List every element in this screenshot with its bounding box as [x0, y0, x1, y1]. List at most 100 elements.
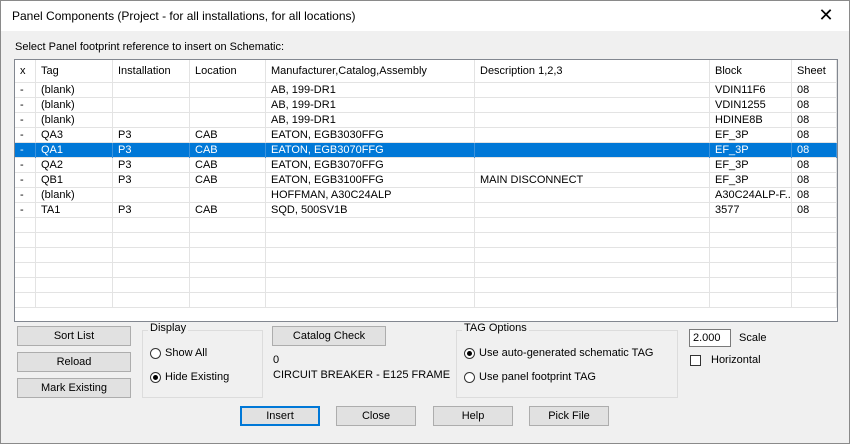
- installation-cell: [113, 233, 190, 248]
- table-row[interactable]: [15, 278, 837, 293]
- tag-cell: (blank): [36, 83, 113, 98]
- installation-cell: [113, 278, 190, 293]
- catalog-check-button[interactable]: Catalog Check: [272, 326, 386, 346]
- column-header-x[interactable]: x: [15, 60, 36, 82]
- column-header-location[interactable]: Location: [190, 60, 266, 82]
- description-cell: [475, 83, 710, 98]
- radio-indicator: [150, 347, 161, 359]
- installation-cell: [113, 263, 190, 278]
- location-cell: [190, 188, 266, 203]
- table-row[interactable]: - QA3 P3 CAB EATON, EGB3030FFG EF_3P 08: [15, 128, 837, 143]
- column-header-description[interactable]: Description 1,2,3: [475, 60, 710, 82]
- manufacturer-cell: EATON, EGB3070FFG: [266, 143, 475, 158]
- horizontal-label: Horizontal: [711, 354, 761, 366]
- table-row[interactable]: [15, 263, 837, 278]
- block-cell: [710, 233, 792, 248]
- row-x-cell: -: [15, 188, 36, 203]
- catalog-description: CIRCUIT BREAKER - E125 FRAME: [273, 369, 451, 381]
- installation-cell: [113, 248, 190, 263]
- table-row[interactable]: [15, 233, 837, 248]
- tag-cell: (blank): [36, 98, 113, 113]
- footprint-tag-label: Use panel footprint TAG: [479, 371, 596, 383]
- footprint-tag-radio[interactable]: Use panel footprint TAG: [464, 371, 596, 383]
- help-button[interactable]: Help: [433, 406, 513, 426]
- installation-cell: [113, 188, 190, 203]
- manufacturer-cell: AB, 199-DR1: [266, 98, 475, 113]
- row-x-cell: [15, 218, 36, 233]
- horizontal-checkbox[interactable]: [690, 355, 701, 366]
- table-row[interactable]: - (blank) HOFFMAN, A30C24ALP A30C24ALP-F...…: [15, 188, 837, 203]
- table-row[interactable]: - (blank) AB, 199-DR1 HDINE8B 08: [15, 113, 837, 128]
- installation-cell: P3: [113, 143, 190, 158]
- table-row[interactable]: - (blank) AB, 199-DR1 VDIN1255 08: [15, 98, 837, 113]
- block-cell: [710, 218, 792, 233]
- title-bar: Panel Components (Project - for all inst…: [1, 1, 849, 31]
- column-header-manufacturer[interactable]: Manufacturer,Catalog,Assembly: [266, 60, 475, 82]
- close-button[interactable]: Close: [336, 406, 416, 426]
- table-header: x Tag Installation Location Manufacturer…: [15, 60, 837, 83]
- location-cell: [190, 248, 266, 263]
- hide-existing-label: Hide Existing: [165, 371, 230, 383]
- table-row[interactable]: - QA1 P3 CAB EATON, EGB3070FFG EF_3P 08: [15, 143, 837, 158]
- table-row[interactable]: - TA1 P3 CAB SQD, 500SV1B 3577 08: [15, 203, 837, 218]
- tag-cell: [36, 278, 113, 293]
- table-row[interactable]: [15, 218, 837, 233]
- installation-cell: [113, 218, 190, 233]
- sheet-cell: [792, 248, 837, 263]
- block-cell: EF_3P: [710, 128, 792, 143]
- reload-button[interactable]: Reload: [17, 352, 131, 372]
- display-group: [142, 330, 263, 398]
- table-row[interactable]: - QB1 P3 CAB EATON, EGB3100FFG MAIN DISCONNEC…: [15, 173, 837, 188]
- sheet-cell: [792, 293, 837, 308]
- tag-cell: [36, 248, 113, 263]
- column-header-sheet[interactable]: Sheet: [792, 60, 837, 82]
- tag-cell: (blank): [36, 113, 113, 128]
- tag-cell: [36, 293, 113, 308]
- column-header-tag[interactable]: Tag: [36, 60, 113, 82]
- block-cell: [710, 278, 792, 293]
- tag-cell: TA1: [36, 203, 113, 218]
- description-cell: [475, 278, 710, 293]
- manufacturer-cell: [266, 233, 475, 248]
- description-cell: [475, 233, 710, 248]
- row-x-cell: -: [15, 173, 36, 188]
- installation-cell: P3: [113, 203, 190, 218]
- radio-indicator: [464, 371, 475, 383]
- column-header-block[interactable]: Block: [710, 60, 792, 82]
- location-cell: CAB: [190, 158, 266, 173]
- installation-cell: [113, 113, 190, 128]
- instruction-label: Select Panel footprint reference to inse…: [15, 41, 285, 53]
- pick-file-button[interactable]: Pick File: [529, 406, 609, 426]
- close-icon[interactable]: ✕: [803, 1, 849, 31]
- description-cell: [475, 188, 710, 203]
- auto-tag-radio[interactable]: Use auto-generated schematic TAG: [464, 347, 653, 359]
- description-cell: [475, 293, 710, 308]
- description-cell: [475, 113, 710, 128]
- sheet-cell: 08: [792, 188, 837, 203]
- sort-list-button[interactable]: Sort List: [17, 326, 131, 346]
- tag-cell: QA1: [36, 143, 113, 158]
- components-table[interactable]: x Tag Installation Location Manufacturer…: [14, 59, 838, 322]
- installation-cell: P3: [113, 173, 190, 188]
- row-x-cell: [15, 278, 36, 293]
- manufacturer-cell: AB, 199-DR1: [266, 83, 475, 98]
- column-header-installation[interactable]: Installation: [113, 60, 190, 82]
- block-cell: EF_3P: [710, 143, 792, 158]
- location-cell: CAB: [190, 203, 266, 218]
- tag-cell: [36, 263, 113, 278]
- row-x-cell: -: [15, 98, 36, 113]
- block-cell: [710, 248, 792, 263]
- insert-button[interactable]: Insert: [240, 406, 320, 426]
- table-row[interactable]: - (blank) AB, 199-DR1 VDIN11F6 08: [15, 83, 837, 98]
- table-row[interactable]: [15, 293, 837, 308]
- scale-input[interactable]: [689, 329, 731, 347]
- table-row[interactable]: [15, 248, 837, 263]
- sheet-cell: 08: [792, 158, 837, 173]
- manufacturer-cell: EATON, EGB3100FFG: [266, 173, 475, 188]
- row-x-cell: -: [15, 143, 36, 158]
- block-cell: [710, 293, 792, 308]
- table-row[interactable]: - QA2 P3 CAB EATON, EGB3070FFG EF_3P 08: [15, 158, 837, 173]
- show-all-radio[interactable]: Show All: [150, 347, 207, 359]
- hide-existing-radio[interactable]: Hide Existing: [150, 371, 229, 383]
- mark-existing-button[interactable]: Mark Existing: [17, 378, 131, 398]
